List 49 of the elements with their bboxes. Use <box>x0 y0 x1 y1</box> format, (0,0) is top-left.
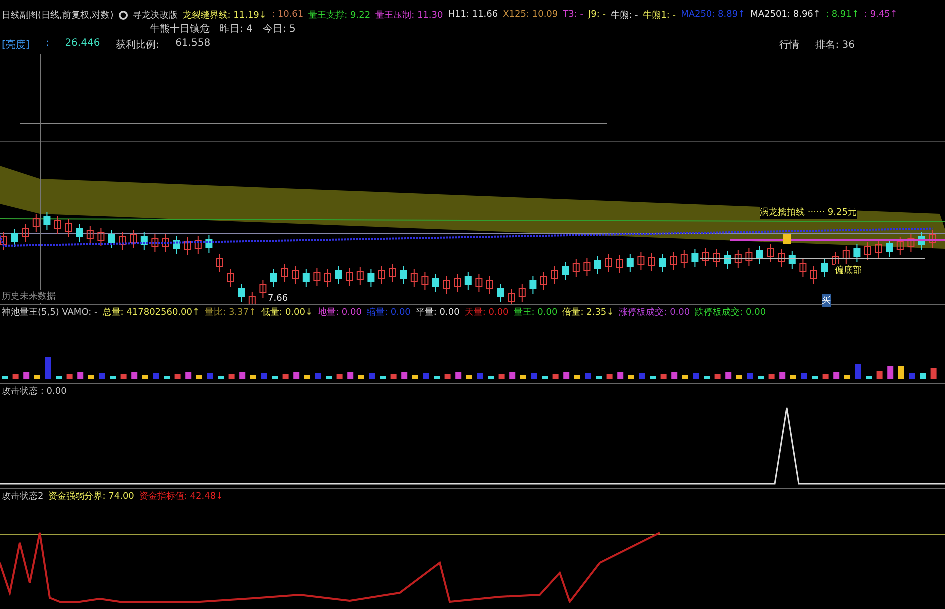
stat-text: 61.558 <box>176 38 211 51</box>
indicator-value: : 10.61 <box>272 10 304 20</box>
indicator-value: 平量: 0.00 <box>416 306 460 318</box>
stat-text: 行情 <box>780 38 800 52</box>
chart-label: 7.66 <box>268 294 288 304</box>
indicator-value: 资金指标值: 42.48↓ <box>139 490 224 502</box>
indicator-value: 量王支撑: 9.22 <box>308 10 371 22</box>
signal-marker <box>783 234 791 244</box>
indicator-value: : 8.91↑ <box>826 10 860 20</box>
indicator-value: 量比: 3.37↑ <box>205 306 257 318</box>
indicator-value: H11: 11.66 <box>448 10 498 20</box>
indicator-value: 神池量王(5,5) VAMO: - <box>2 306 98 318</box>
indicator-value: 攻击状态2 <box>2 490 44 502</box>
indicator-value: 低量: 0.00↓ <box>262 306 314 318</box>
indicator-value: 跌停板成交: 0.00 <box>695 306 766 318</box>
indicator-value: J9: - <box>588 10 606 20</box>
indicator-value: : 9.45↑ <box>864 10 898 20</box>
indicator-value: 缩量: 0.00 <box>366 306 411 318</box>
chart-label: 历史未来数据 <box>2 290 56 303</box>
status-text: 牛熊十日镇危 <box>150 22 210 36</box>
stat-text: 26.446 <box>65 38 100 51</box>
settings-icon[interactable] <box>118 10 128 20</box>
indicator-value: 量王压制: 11.30 <box>376 10 444 22</box>
stat-text: 获利比例: <box>116 38 160 52</box>
indicator-value: 寻龙决改版 <box>132 10 178 22</box>
indicator-value: 量王: 0.00 <box>514 306 558 318</box>
indicator-value: 总量: 417802560.00↑ <box>102 306 200 318</box>
stat-text: : <box>46 38 50 51</box>
chart-label: 偏底部 <box>835 264 862 277</box>
indicator-value: MA2501: 8.96↑ <box>750 10 821 20</box>
indicator-value: 日线副图(日线,前复权,对数) <box>2 10 114 22</box>
indicator-value: 牛熊1: - <box>643 10 676 22</box>
chart-label: 涡龙擒拍线 ······ 9.25元 <box>760 206 857 219</box>
stat-text: [亮度] <box>2 38 30 52</box>
indicator-value: 天量: 0.00 <box>464 306 509 318</box>
indicator-value: MA250: 8.89↑ <box>681 10 746 20</box>
indicator-value: X125: 10.09 <box>503 10 558 20</box>
indicator-value: 涨停板成交: 0.00 <box>619 306 690 318</box>
status-text: 昨日: 4 <box>220 23 253 36</box>
indicator-value: 牛熊: - <box>611 10 638 22</box>
indicator-value: 攻击状态 : 0.00 <box>2 386 67 398</box>
indicator-value: 地量: 0.00 <box>318 306 362 318</box>
indicator-value: 龙裂缝界线: 11.19↓ <box>182 10 267 22</box>
chart-label: 买 <box>822 294 831 307</box>
status-text: 今日: 5 <box>262 23 296 36</box>
indicator-value: 资金强弱分界: 74.00 <box>48 490 134 502</box>
indicator-value: T3: - <box>563 10 584 20</box>
stat-text: 排名: 36 <box>816 38 855 52</box>
indicator-value: 倍量: 2.35↓ <box>562 306 614 318</box>
